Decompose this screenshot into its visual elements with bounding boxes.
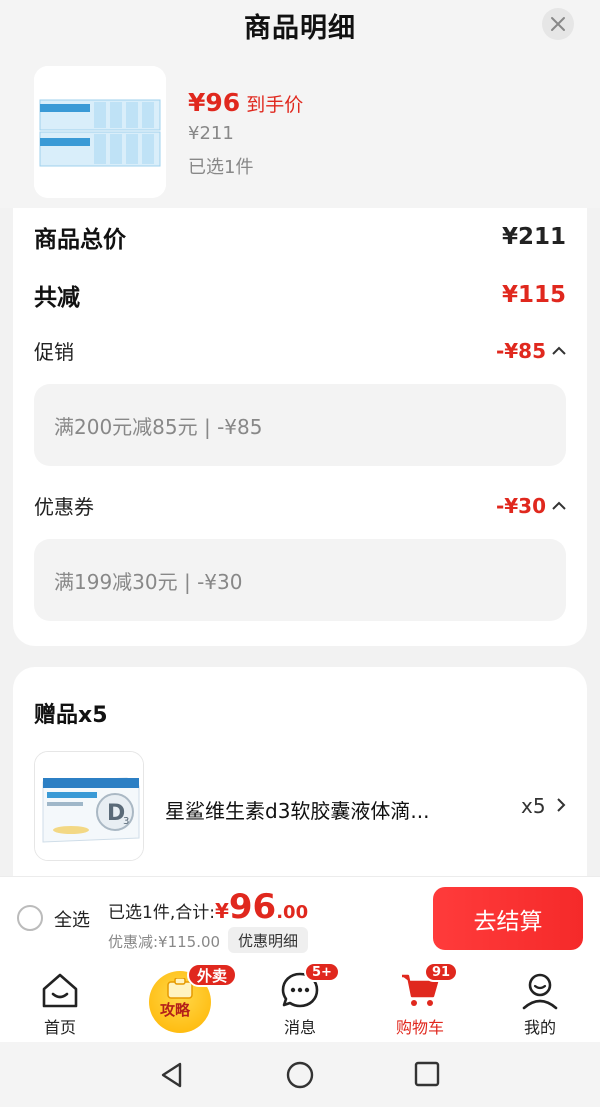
promotion-label: 促销 [34, 340, 74, 364]
discount-detail-button[interactable]: 优惠明细 [228, 927, 309, 953]
reduction-row: 共减 ¥115 [34, 278, 566, 312]
reduction-value: ¥115 [501, 282, 566, 308]
tab-home[interactable]: 首页 [10, 960, 110, 1042]
gift-image[interactable]: D 3 [34, 751, 144, 861]
gift-quantity: x5 [521, 794, 546, 818]
tab-home-label: 首页 [43, 1018, 76, 1037]
price-detail-card: 商品总价 ¥211 共减 ¥115 促销 -¥85 满200元减85元 | -¥… [13, 208, 587, 646]
tab-promo-label: 攻略 [160, 1001, 191, 1019]
total-price-row: 商品总价 ¥211 [34, 220, 566, 254]
close-icon [551, 17, 565, 31]
cart-badge: 91 [424, 962, 459, 982]
back-icon[interactable] [158, 1061, 186, 1089]
discount-summary: 优惠减:¥115.00 [108, 933, 221, 951]
tab-cart[interactable]: 购物车 91 [370, 960, 470, 1042]
product-image[interactable] [34, 66, 166, 198]
promotion-value: -¥85 [495, 338, 546, 363]
total-currency: ¥ [214, 899, 229, 923]
final-price-value: ¥96 [188, 88, 241, 117]
sheet-header: 商品明细 [0, 0, 600, 52]
coupon-row[interactable]: 优惠券 -¥30 [34, 491, 566, 520]
gift-name[interactable]: 星鲨维生素d3软胶囊液体滴... [165, 795, 485, 824]
promotion-row[interactable]: 促销 -¥85 [34, 336, 566, 365]
promotion-detail: 满200元减85元 | -¥85 [34, 384, 566, 466]
sheet-title: 商品明细 [244, 13, 356, 44]
coupon-value-group: -¥30 [496, 494, 566, 518]
total-prefix: 已选1件,合计: [108, 903, 215, 923]
checkout-button[interactable]: 去结算 [433, 887, 583, 950]
chevron-right-icon[interactable] [556, 797, 566, 813]
profile-icon [522, 973, 558, 1010]
coupon-detail: 满199减30元 | -¥30 [34, 539, 566, 621]
home-nav-icon[interactable] [286, 1061, 314, 1089]
select-all-label[interactable]: 全选 [54, 906, 90, 932]
messages-badge: 5+ [304, 962, 340, 982]
total-integer: 96 [228, 887, 277, 927]
total-price-value: ¥211 [501, 224, 566, 250]
total-decimal: .00 [276, 902, 309, 923]
system-nav-bar [0, 1042, 600, 1107]
checkout-bar: 全选 已选1件,合计: ¥ 96 .00 优惠减:¥115.00 优惠明细 去结… [0, 876, 600, 960]
bottom-tab-bar: 首页 消息 5+ 购物车 91 我的 [0, 960, 600, 1042]
total-summary: 已选1件,合计: ¥ 96 .00 [108, 887, 308, 927]
product-summary: ¥96 到手价 ¥211 已选1件 [0, 52, 600, 208]
tab-messages[interactable]: 消息 5+ [250, 960, 350, 1042]
close-button[interactable] [542, 8, 574, 40]
coupon-label: 优惠券 [34, 495, 94, 519]
original-price: ¥211 [188, 123, 234, 144]
tab-cart-label: 购物车 [395, 1018, 444, 1037]
gift-box-icon: D 3 [35, 752, 143, 860]
final-price-label: 到手价 [246, 94, 304, 116]
select-all-checkbox[interactable] [17, 905, 43, 931]
promo-badge: 外卖 [187, 963, 238, 987]
tab-messages-label: 消息 [283, 1018, 316, 1037]
recent-apps-icon[interactable] [414, 1061, 440, 1087]
gift-title: 赠品x5 [34, 703, 108, 728]
promotion-value-group: -¥85 [496, 339, 566, 363]
chevron-up-icon[interactable] [552, 346, 566, 356]
tab-profile-label: 我的 [523, 1018, 556, 1037]
svg-text:3: 3 [123, 816, 129, 827]
product-box-icon [34, 66, 166, 198]
total-price-label: 商品总价 [34, 227, 126, 253]
coupon-value: -¥30 [495, 493, 546, 518]
home-icon [42, 973, 78, 1008]
final-price: ¥96 到手价 [188, 88, 303, 117]
selected-count: 已选1件 [188, 157, 254, 178]
reduction-label: 共减 [34, 285, 80, 311]
chevron-up-icon[interactable] [552, 501, 566, 511]
tab-profile[interactable]: 我的 [490, 960, 590, 1042]
